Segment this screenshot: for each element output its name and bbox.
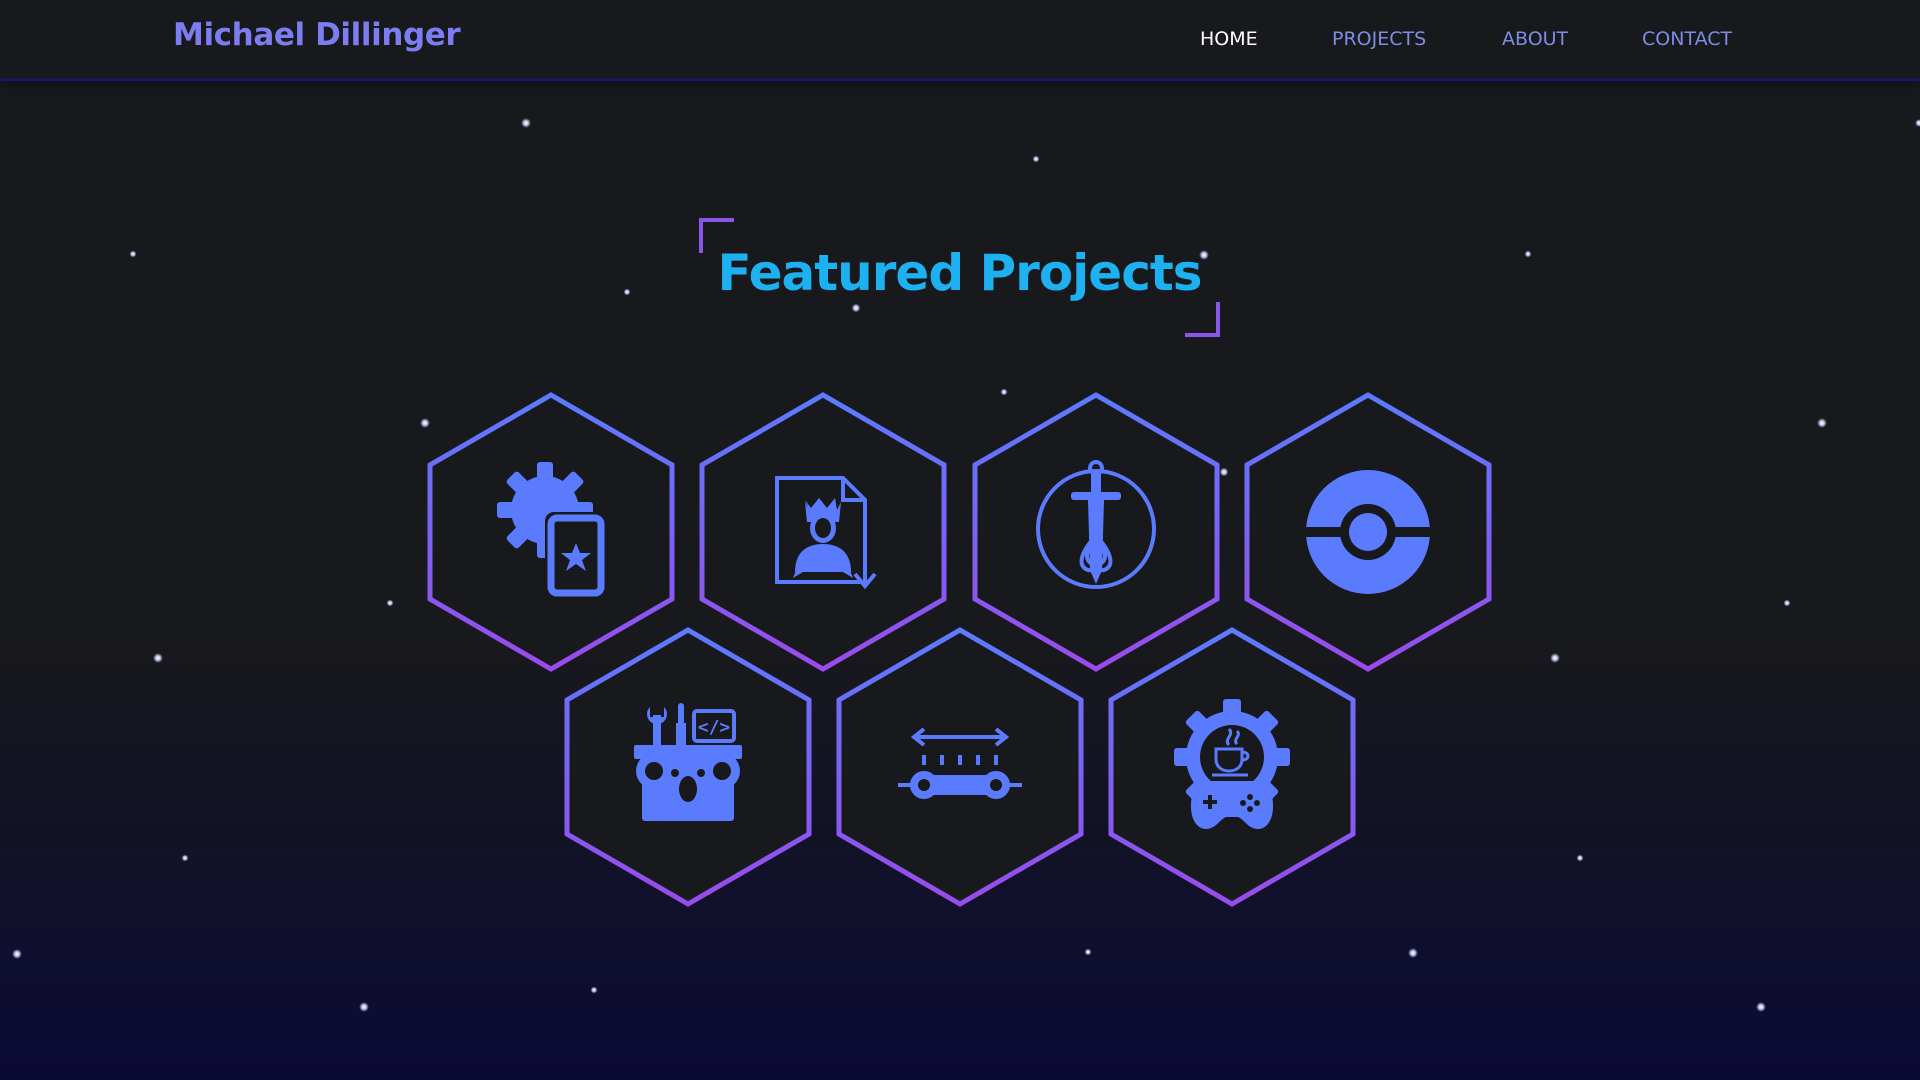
project-hex-7[interactable]	[1108, 627, 1356, 907]
title-corner-bracket-bottom-right	[1185, 302, 1220, 337]
nav-link-contact[interactable]: CONTACT	[1642, 30, 1732, 49]
top-navbar: Michael Dillinger HOME PROJECTS ABOUT CO…	[0, 0, 1920, 81]
java-gear-gamepad-icon	[1174, 699, 1290, 829]
featured-projects-heading: Featured Projects	[717, 244, 1202, 302]
project-hex-3[interactable]	[972, 392, 1220, 672]
nav-link-projects[interactable]: PROJECTS	[1332, 30, 1426, 49]
projects-hex-grid: </>	[427, 392, 1492, 907]
project-hex-6[interactable]	[836, 627, 1084, 907]
nav-link-home[interactable]: HOME	[1200, 30, 1258, 49]
project-hex-4[interactable]	[1244, 392, 1492, 672]
site-brand-logo-text[interactable]: Michael Dillinger	[173, 20, 461, 51]
project-hex-2[interactable]	[699, 392, 947, 672]
project-hex-1[interactable]	[427, 392, 675, 672]
project-hex-5[interactable]: </>	[564, 627, 812, 907]
nav-link-about[interactable]: ABOUT	[1502, 30, 1568, 49]
svg-text:</>: </>	[698, 717, 731, 738]
